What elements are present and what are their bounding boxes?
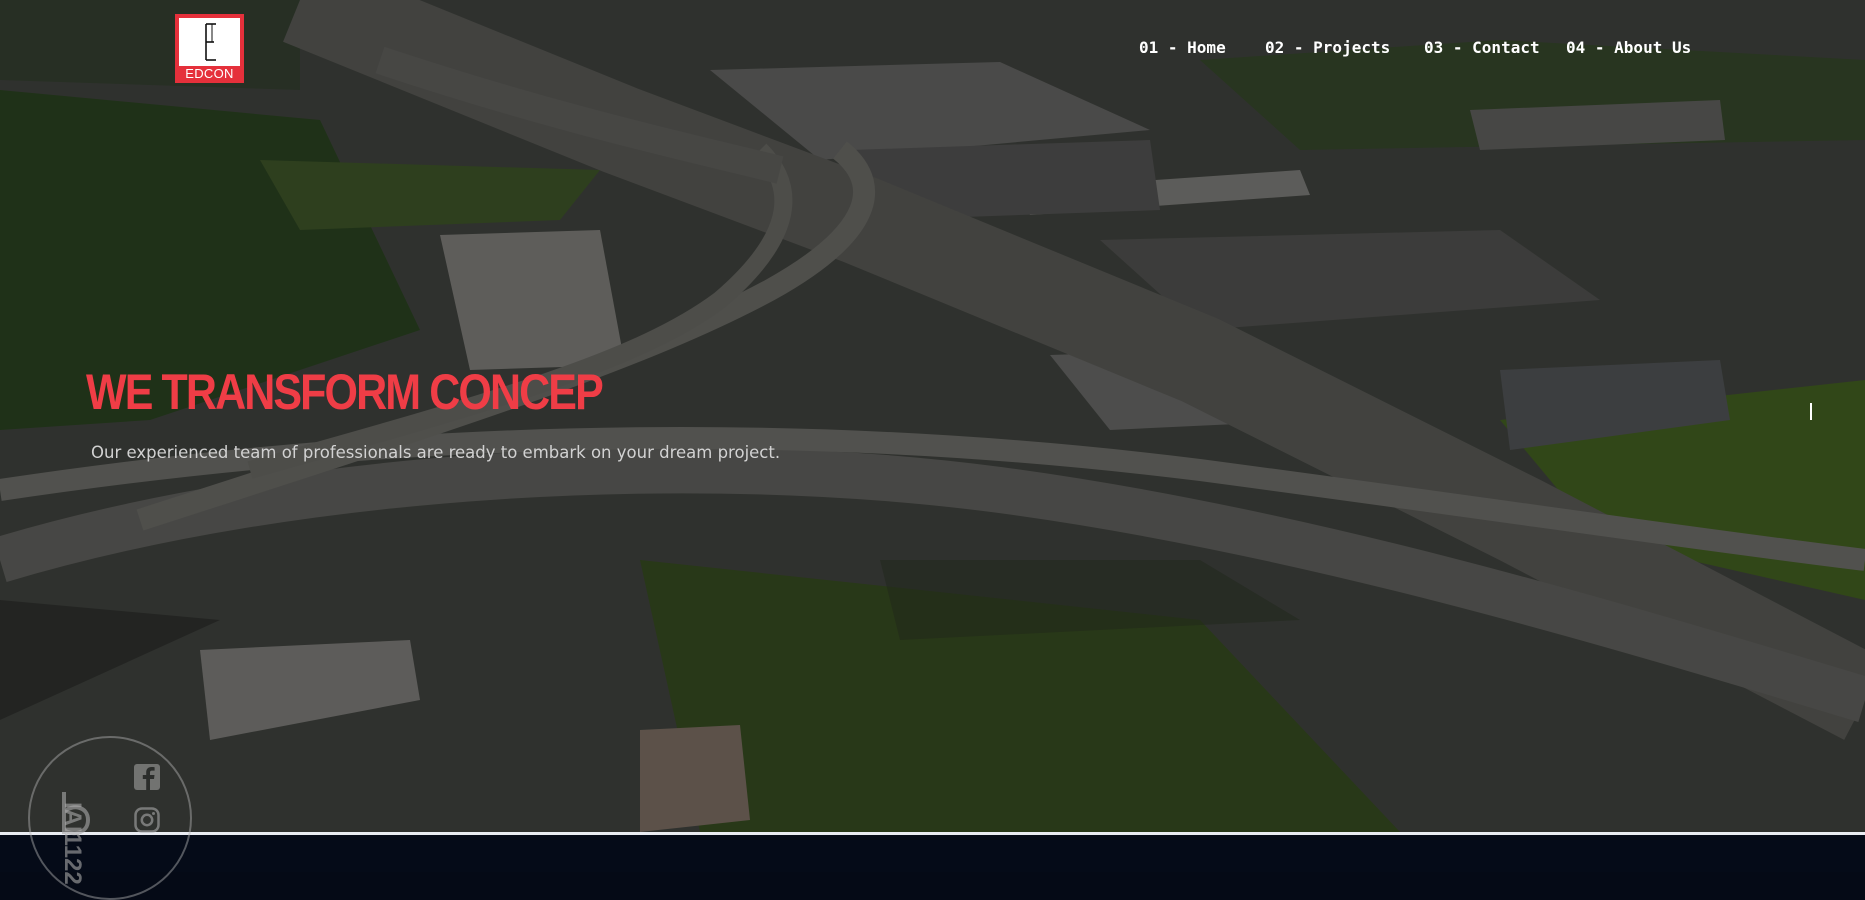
typing-cursor — [1810, 403, 1812, 420]
footer-band — [0, 832, 1865, 872]
hero-subtitle: Our experienced team of professionals ar… — [91, 443, 781, 462]
facebook-icon[interactable] — [133, 763, 161, 791]
watermark-handle: IAI1122 — [59, 802, 86, 885]
logo-e-icon — [205, 23, 216, 61]
nav-link-contact[interactable]: 03 - Contact — [1424, 38, 1540, 57]
instagram-icon[interactable] — [133, 806, 161, 834]
logo-mark-box — [179, 18, 240, 66]
nav-link-home[interactable]: 01 - Home — [1139, 38, 1226, 57]
edcon-logo[interactable]: EDCON — [175, 14, 244, 83]
nav-link-projects[interactable]: 02 - Projects — [1265, 38, 1390, 57]
logo-wordmark: EDCON — [185, 66, 234, 81]
nav-link-about-us[interactable]: 04 - About Us — [1566, 38, 1691, 57]
watermark-badge — [28, 736, 192, 900]
hero-headline: WE TRANSFORM CONCEP — [86, 364, 604, 420]
